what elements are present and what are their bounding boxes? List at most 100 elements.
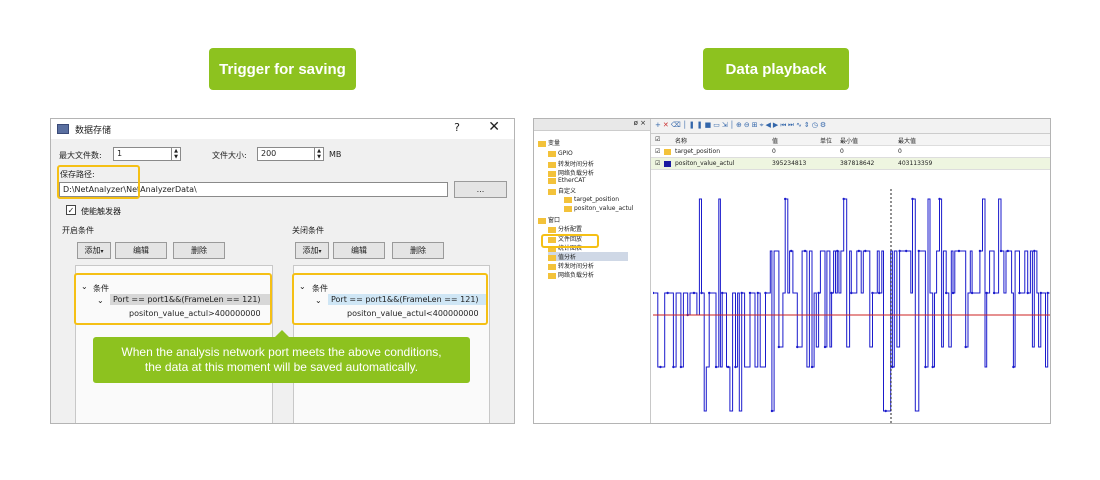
nav-tree-item[interactable]: 自定义 bbox=[548, 186, 576, 195]
variable-table: ☑ 名称 值 单位 最小值 最大值 ☑ target_position 0 0 … bbox=[651, 134, 1050, 174]
export-icon[interactable]: ⇲ bbox=[722, 121, 730, 129]
spin-arrows-icon[interactable]: ▲ ▼ bbox=[314, 148, 323, 160]
sample-point bbox=[830, 291, 833, 295]
nav-tree-item[interactable]: positon_value_actul bbox=[564, 205, 633, 212]
row-checkbox[interactable]: ☑ bbox=[655, 160, 660, 167]
panel-pin-close[interactable]: ø × bbox=[534, 119, 650, 131]
scale-icon[interactable]: ⇕ bbox=[804, 121, 812, 129]
prev-icon[interactable]: ⏮ bbox=[780, 121, 788, 129]
settings-icon[interactable]: ⚙ bbox=[820, 121, 828, 129]
nav-tree-label: 网络负载分析 bbox=[558, 272, 595, 279]
nav-tree-label: 窗口 bbox=[548, 217, 561, 224]
start-delete-button[interactable]: 删除 bbox=[173, 242, 225, 259]
start-edit-button[interactable]: 编辑 bbox=[115, 242, 167, 259]
col-unit: 单位 bbox=[820, 138, 833, 145]
explanation-callout: When the analysis network port meets the… bbox=[93, 330, 470, 383]
sample-point bbox=[944, 291, 948, 295]
sample-point bbox=[708, 291, 711, 295]
stop-edit-button[interactable]: 编辑 bbox=[333, 242, 385, 259]
nav-tree-item[interactable]: 转发时间分析 bbox=[548, 159, 594, 168]
nav-tree-label: GPIO bbox=[558, 150, 573, 157]
nav-tree-label: EtherCAT bbox=[558, 177, 586, 184]
table-row[interactable]: ☑ target_position 0 0 0 bbox=[651, 146, 1050, 158]
nav-tree-item[interactable]: GPIO bbox=[548, 150, 573, 157]
clock-icon[interactable]: ◷ bbox=[812, 121, 820, 129]
sample-point bbox=[964, 345, 967, 349]
sample-point bbox=[810, 365, 814, 369]
sample-point bbox=[740, 291, 743, 295]
sample-point bbox=[905, 249, 908, 253]
sample-point bbox=[666, 291, 669, 295]
row-name: target_position bbox=[675, 148, 721, 155]
help-button[interactable]: ? bbox=[454, 121, 460, 134]
signal-waveform-plot[interactable] bbox=[653, 189, 1050, 423]
nav-tree-item[interactable]: 网络负载分析 bbox=[548, 168, 594, 177]
nav-tree-item[interactable]: target_position bbox=[564, 196, 619, 203]
save-path-highlight bbox=[57, 165, 140, 199]
sample-point bbox=[653, 291, 655, 295]
nav-tree-item[interactable]: 值分析 bbox=[548, 252, 628, 261]
folder-icon bbox=[538, 140, 546, 147]
sample-point bbox=[877, 291, 881, 295]
first-icon[interactable]: ◀ bbox=[766, 121, 773, 129]
stop-add-button[interactable]: 添加▾ bbox=[295, 242, 329, 259]
start-add-button[interactable]: 添加▾ bbox=[77, 242, 111, 259]
enable-trigger-checkbox[interactable]: ✓ bbox=[66, 205, 76, 215]
nav-tree-label: 转发时间分析 bbox=[558, 263, 595, 270]
navigation-panel: ø × 变量 GPIO 转发时间分析 网络负载分析 EtherCAT 自定义 target_… bbox=[534, 119, 651, 423]
sample-point bbox=[951, 291, 955, 295]
row-checkbox[interactable]: ☑ bbox=[655, 148, 660, 155]
folder-icon bbox=[548, 226, 556, 233]
row-value: 395234813 bbox=[772, 160, 807, 167]
spin-arrows-icon[interactable]: ▲ ▼ bbox=[171, 148, 180, 160]
zoom-out-icon[interactable]: ⊖ bbox=[744, 121, 752, 129]
start-add-label: 添加 bbox=[84, 246, 101, 255]
add-icon[interactable]: + bbox=[655, 121, 663, 129]
next-icon[interactable]: ⏭ bbox=[788, 121, 796, 129]
sample-point bbox=[999, 249, 1003, 253]
wave-icon[interactable]: ∿ bbox=[796, 121, 804, 129]
sample-point bbox=[938, 197, 941, 201]
sample-point bbox=[672, 365, 675, 369]
sample-point bbox=[857, 249, 861, 253]
max-files-spinbox[interactable]: 1 ▲ ▼ bbox=[113, 147, 181, 161]
max-files-value: 1 bbox=[117, 149, 123, 158]
header-checkbox[interactable]: ☑ bbox=[655, 136, 660, 143]
table-header: ☑ 名称 值 单位 最小值 最大值 bbox=[651, 134, 1050, 146]
fit-icon[interactable]: ⊞ bbox=[752, 121, 760, 129]
file-size-spinbox[interactable]: 200 ▲ ▼ bbox=[257, 147, 324, 161]
table-row[interactable]: ☑ positon_value_actul 395234813 38781864… bbox=[651, 158, 1050, 170]
window-icon[interactable]: ▭ bbox=[713, 121, 722, 129]
pause-icon[interactable]: ❚❚ bbox=[689, 121, 705, 129]
sample-point bbox=[679, 365, 683, 369]
nav-tree-item[interactable]: 分析配置 bbox=[548, 224, 582, 233]
stop-icon[interactable]: ■ bbox=[705, 121, 714, 129]
row-min: 0 bbox=[840, 148, 844, 155]
close-button[interactable]: ✕ bbox=[488, 119, 500, 135]
stop-delete-button[interactable]: 删除 bbox=[392, 242, 444, 259]
nav-tree-item[interactable]: 变量 bbox=[538, 138, 560, 147]
callout-line-1: When the analysis network port meets the… bbox=[121, 345, 442, 359]
file-playback-highlight bbox=[541, 234, 599, 248]
nav-tree-item[interactable]: 转发时间分析 bbox=[548, 261, 594, 270]
col-min: 最小值 bbox=[840, 138, 859, 145]
enable-trigger-label: 使能触发器 bbox=[81, 207, 121, 216]
nav-tree-item[interactable]: EtherCAT bbox=[548, 177, 586, 184]
sample-point bbox=[917, 249, 921, 253]
nav-tree-item[interactable]: 窗口 bbox=[538, 215, 560, 224]
zoom-in-icon[interactable]: ⊕ bbox=[736, 121, 744, 129]
delete-icon[interactable]: ✕ bbox=[663, 121, 671, 129]
clear-icon[interactable]: ⌫ bbox=[671, 121, 683, 129]
sample-point bbox=[700, 291, 703, 295]
col-max: 最大值 bbox=[898, 138, 917, 145]
nav-tree-label: 网络负载分析 bbox=[558, 170, 595, 177]
stop-condition-highlight bbox=[292, 273, 488, 325]
nav-tree-item[interactable]: 网络负载分析 bbox=[548, 270, 594, 279]
folder-icon bbox=[548, 272, 556, 279]
folder-icon bbox=[538, 217, 546, 224]
sample-point bbox=[992, 291, 996, 295]
browse-button[interactable]: ... bbox=[454, 181, 507, 198]
sample-point bbox=[985, 291, 988, 295]
folder-icon bbox=[548, 177, 556, 184]
file-size-unit: MB bbox=[329, 150, 342, 159]
